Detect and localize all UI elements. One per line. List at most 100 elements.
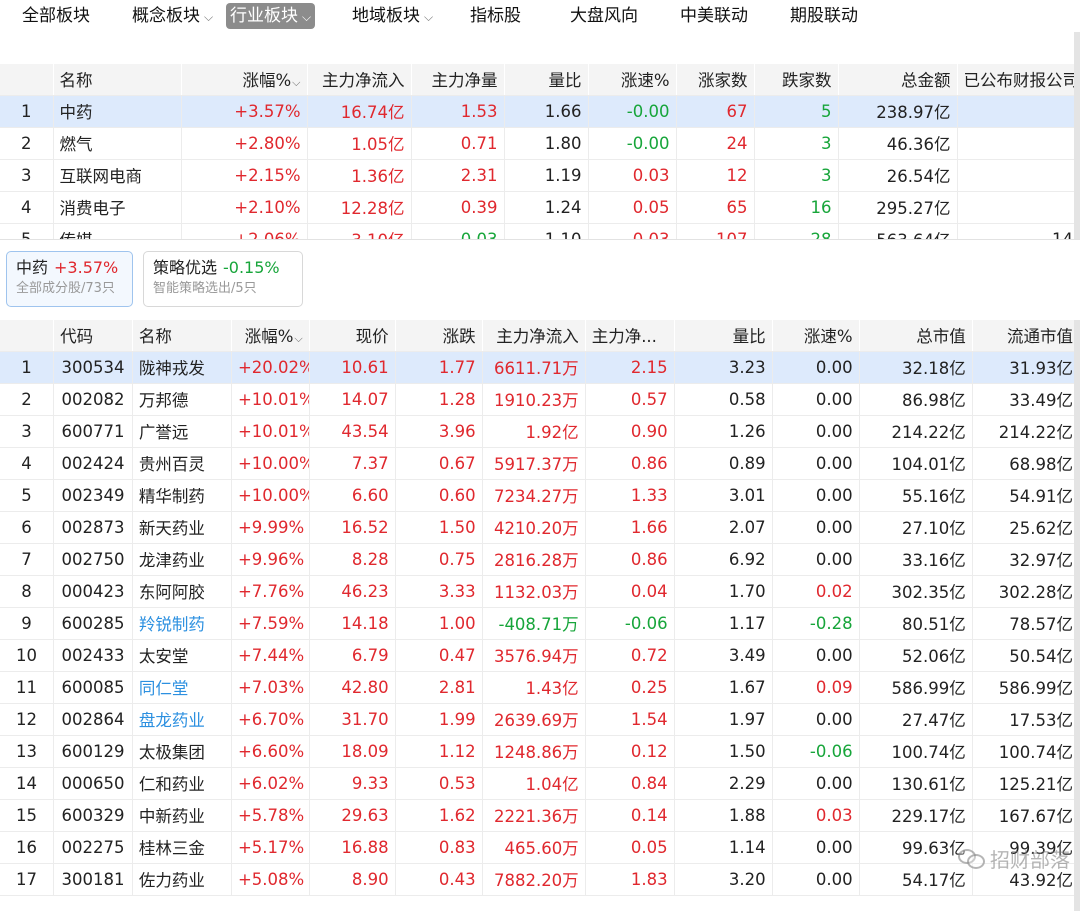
stock-row[interactable]: 8 000423 东阿阿胶 +7.76% 46.23 3.33 1132.03万 0.04 1.… bbox=[0, 575, 1080, 608]
stock-header-3[interactable]: 涨幅%⌵ bbox=[231, 320, 310, 352]
stock-cell: 6.92 bbox=[674, 543, 773, 576]
stock-name-cell[interactable]: 羚锐制药 bbox=[132, 607, 232, 640]
stock-row[interactable]: 6 002873 新天药业 +9.99% 16.52 1.50 4210.20万 1.66 2.… bbox=[0, 511, 1080, 544]
header-label: 名称 bbox=[59, 71, 93, 91]
stock-name-cell[interactable]: 盘龙药业 bbox=[132, 703, 232, 736]
sort-desc-icon[interactable]: ⌵ bbox=[294, 332, 302, 345]
stock-cell: 4 bbox=[0, 447, 55, 480]
stock-row[interactable]: 16 002275 桂林三金 +5.17% 16.88 0.83 465.60万 0.05 1.… bbox=[0, 831, 1080, 864]
stock-header-0[interactable] bbox=[0, 320, 55, 352]
tab-board-7[interactable]: 期股联动 bbox=[786, 3, 862, 29]
stock-scrollbar[interactable] bbox=[1074, 320, 1080, 911]
stock-header-5[interactable]: 涨跌 bbox=[395, 320, 483, 352]
stock-row[interactable]: 10 002433 太安堂 +7.44% 6.79 0.47 3576.94万 0.72 3.4… bbox=[0, 639, 1080, 672]
industry-header-2[interactable]: 涨幅%⌵ bbox=[181, 64, 308, 96]
stock-name-cell[interactable]: 同仁堂 bbox=[132, 671, 232, 704]
stock-cell: +10.01% bbox=[231, 383, 310, 416]
stock-cell: 0.67 bbox=[395, 447, 483, 480]
stock-row[interactable]: 5 002349 精华制药 +10.00% 6.60 0.60 7234.27万 1.33 3.… bbox=[0, 479, 1080, 512]
stock-row[interactable]: 15 600329 中新药业 +5.78% 29.63 1.62 2221.36万 0.14 1… bbox=[0, 799, 1080, 832]
stock-cell: 8.28 bbox=[309, 543, 396, 576]
stock-cell: 32.18亿 bbox=[859, 351, 973, 384]
stock-header-7[interactable]: 主力净... bbox=[585, 320, 675, 352]
tab-board-3[interactable]: 地域板块 ⌵ bbox=[348, 3, 437, 29]
stock-row[interactable]: 11 600085 同仁堂 +7.03% 42.80 2.81 1.43亿 0.25 1.67 0… bbox=[0, 671, 1080, 704]
tab-board-2[interactable]: 行业板块 ⌵ bbox=[226, 3, 316, 29]
stock-row[interactable]: 14 000650 仁和药业 +6.02% 9.33 0.53 1.04亿 0.84 2.29 0… bbox=[0, 767, 1080, 800]
industry-cell: 24 bbox=[676, 127, 755, 160]
stock-header-6[interactable]: 主力净流入 bbox=[482, 320, 586, 352]
stock-header-10[interactable]: 总市值 bbox=[859, 320, 973, 352]
card-pct: +3.57% bbox=[54, 258, 119, 277]
industry-cell: 1.10 bbox=[504, 223, 589, 239]
stock-row[interactable]: 1 300534 陇神戎发 +20.02% 10.61 1.77 6611.71万 2.15 3… bbox=[0, 351, 1080, 384]
industry-header-10[interactable]: 已公布财报公司占比 bbox=[957, 64, 1080, 96]
card-all-constituents[interactable]: 中药 +3.57% 全部成分股/73只 bbox=[6, 251, 133, 307]
industry-header-1[interactable]: 名称 bbox=[53, 64, 182, 96]
stock-cell: 1.17 bbox=[674, 607, 773, 640]
tab-board-6[interactable]: 中美联动 bbox=[676, 3, 752, 29]
stock-header-4[interactable]: 现价 bbox=[309, 320, 396, 352]
stock-row[interactable]: 4 002424 贵州百灵 +10.00% 7.37 0.67 5917.37万 0.86 0.… bbox=[0, 447, 1080, 480]
chevron-down-icon[interactable]: ⌵ bbox=[204, 10, 213, 24]
tab-label: 行业板块 bbox=[230, 6, 298, 26]
chevron-down-icon[interactable]: ⌵ bbox=[302, 10, 311, 24]
industry-header-9[interactable]: 总金额 bbox=[838, 64, 958, 96]
stock-header-11[interactable]: 流通市值 bbox=[972, 320, 1080, 352]
tab-label: 概念板块 bbox=[132, 6, 200, 26]
industry-header-6[interactable]: 涨速% bbox=[588, 64, 677, 96]
stock-row[interactable]: 12 002864 盘龙药业 +6.70% 31.70 1.99 2639.69万 1.54 1… bbox=[0, 703, 1080, 736]
industry-cell: +2.06% bbox=[181, 223, 308, 239]
industry-header-0[interactable] bbox=[0, 64, 54, 96]
industry-row[interactable]: 1中药+3.57%16.74亿1.531.66-0.00675238.97亿69… bbox=[0, 95, 1080, 128]
header-label: 涨家数 bbox=[698, 71, 748, 91]
industry-row[interactable]: 5传媒+2.06%3.10亿-0.031.100.0310728563.64亿1… bbox=[0, 223, 1080, 239]
stock-row[interactable]: 2 002082 万邦德 +10.01% 14.07 1.28 1910.23万 0.57 0.… bbox=[0, 383, 1080, 416]
tab-board-4[interactable]: 指标股 bbox=[466, 3, 525, 29]
stock-row[interactable]: 9 600285 羚锐制药 +7.59% 14.18 1.00 -408.71万 -0.06 1… bbox=[0, 607, 1080, 640]
stock-cell: -0.06 bbox=[585, 607, 675, 640]
stock-cell: 002424 bbox=[53, 447, 133, 480]
stock-header-8[interactable]: 量比 bbox=[674, 320, 773, 352]
stock-row[interactable]: 17 300181 佐力药业 +5.08% 8.90 0.43 7882.20万 1.83 3.… bbox=[0, 863, 1080, 896]
industry-table-viewport[interactable]: 名称 涨幅%⌵ 主力净流入 主力净量 量比 涨速% 涨家数 跌家数 总金额已公布财报公司占比 1… bbox=[0, 32, 1080, 239]
industry-header-7[interactable]: 涨家数 bbox=[676, 64, 755, 96]
industry-cell: 238.97亿 bbox=[838, 95, 958, 128]
industry-row[interactable]: 2燃气+2.80%1.05亿0.711.80-0.0024346.36亿50/5… bbox=[0, 127, 1080, 160]
card-strategy-picks[interactable]: 策略优选 -0.15% 智能策略选出/5只 bbox=[143, 251, 303, 307]
industry-row[interactable]: 4 消费电子 +2.10% 12.28亿 0.39 1.24 0.05 65 16 295.27亿… bbox=[0, 191, 1080, 224]
stock-header-1[interactable]: 代码 bbox=[53, 320, 133, 352]
stock-name-cell: 贵州百灵 bbox=[132, 447, 232, 480]
industry-scrollbar[interactable] bbox=[1074, 32, 1080, 239]
industry-header-4[interactable]: 主力净量 bbox=[411, 64, 505, 96]
sort-desc-icon[interactable]: ⌵ bbox=[292, 76, 300, 89]
stock-header-9[interactable]: 涨速% bbox=[772, 320, 860, 352]
stock-cell: 167.67亿 bbox=[972, 799, 1080, 832]
tab-label: 中美联动 bbox=[680, 6, 748, 26]
stock-cell: 002349 bbox=[53, 479, 133, 512]
tab-board-1[interactable]: 概念板块 ⌵ bbox=[128, 3, 217, 29]
chevron-down-icon[interactable]: ⌵ bbox=[424, 10, 433, 24]
tab-board-5[interactable]: 大盘风向 bbox=[566, 3, 642, 29]
stock-row[interactable]: 13 600129 太极集团 +6.60% 18.09 1.12 1248.86万 0.12 1… bbox=[0, 735, 1080, 768]
stock-cell: 29.63 bbox=[309, 799, 396, 832]
stock-row[interactable]: 3 600771 广誉远 +10.01% 43.54 3.96 1.92亿 0.90 1.26 0… bbox=[0, 415, 1080, 448]
stock-cell: 2.15 bbox=[585, 351, 675, 384]
industry-cell: +2.10% bbox=[181, 191, 308, 224]
industry-row[interactable]: 3互联网电商+2.15%1.36亿2.311.190.0312326.54亿15… bbox=[0, 159, 1080, 192]
stock-cell: 0.12 bbox=[585, 735, 675, 768]
header-label: 流通市值 bbox=[1007, 327, 1073, 347]
industry-cell: 28 bbox=[754, 223, 839, 239]
stock-cell: 80.51亿 bbox=[859, 607, 973, 640]
stock-cell: 6.60 bbox=[309, 479, 396, 512]
industry-header-8[interactable]: 跌家数 bbox=[754, 64, 839, 96]
stock-cell: 1.04亿 bbox=[482, 767, 586, 800]
tab-board-0[interactable]: 全部板块 bbox=[18, 3, 94, 29]
stock-cell: 1.92亿 bbox=[482, 415, 586, 448]
stock-header-2[interactable]: 名称 bbox=[132, 320, 232, 352]
industry-header-3[interactable]: 主力净流入 bbox=[307, 64, 412, 96]
stock-cell: 12 bbox=[0, 703, 55, 736]
stock-row[interactable]: 7 002750 龙津药业 +9.96% 8.28 0.75 2816.28万 0.86 6.9… bbox=[0, 543, 1080, 576]
industry-header-5[interactable]: 量比 bbox=[504, 64, 589, 96]
stock-cell: 1.33 bbox=[585, 479, 675, 512]
